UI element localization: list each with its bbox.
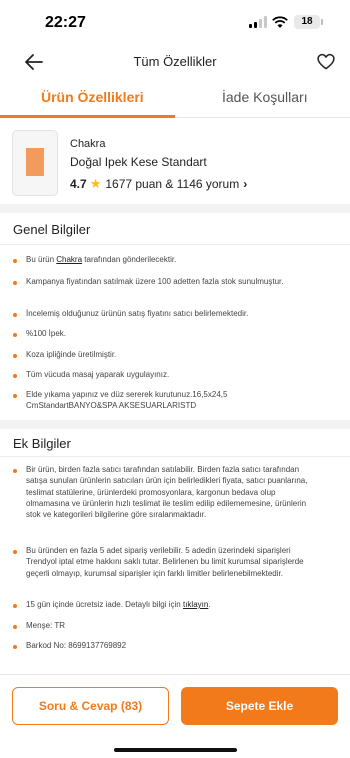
tab-bar: Ürün Özellikleri İade Koşulları <box>0 80 350 118</box>
rating-value: 4.7 <box>70 177 87 191</box>
rating-row[interactable]: 4.7 ★ 1677 puan & 1146 yorum › <box>70 176 247 192</box>
section-separator <box>0 456 350 457</box>
list-item: Bir ürün, birden fazla satıcı tarafından… <box>26 465 308 520</box>
list-item: Bu üründen en fazla 5 adet sipariş veril… <box>26 546 304 578</box>
bullet-dot-icon <box>13 281 17 285</box>
star-icon: ★ <box>89 176 102 191</box>
bullet-dot-icon <box>13 550 17 554</box>
return-info-link[interactable]: tıklayın <box>183 600 208 609</box>
bottom-action-bar: Soru & Cevap (83) Sepete Ekle <box>0 674 350 758</box>
list-item: Kampanya fiyatından satılmak üzere 100 a… <box>26 277 284 286</box>
seller-link[interactable]: Chakra <box>56 255 82 264</box>
page-title: Tüm Özellikler <box>133 54 217 69</box>
bullet-dot-icon <box>13 469 17 473</box>
product-name: Doğal Ipek Kese Standart <box>70 155 207 169</box>
list-item: Barkod No: 8699137769892 <box>26 641 127 650</box>
home-indicator[interactable] <box>114 748 237 752</box>
product-thumbnail <box>12 130 58 196</box>
list-item: Menşe: TR <box>26 621 65 630</box>
bullet-dot-icon <box>13 625 17 629</box>
wifi-icon <box>272 16 288 28</box>
bullet-dot-icon <box>13 604 17 608</box>
heart-icon[interactable] <box>316 52 336 72</box>
nav-bar: Tüm Özellikler <box>0 44 350 80</box>
section-divider <box>0 204 350 213</box>
product-summary[interactable]: Chakra Doğal Ipek Kese Standart 4.7 ★ 1677… <box>0 118 350 204</box>
section-divider <box>0 420 350 429</box>
general-info-title: Genel Bilgiler <box>13 222 91 237</box>
product-brand: Chakra <box>70 138 106 150</box>
bullet-dot-icon <box>13 374 17 378</box>
list-item: İncelemiş olduğunuz ürünün satış fiyatın… <box>26 309 249 318</box>
tab-product-features[interactable]: Ürün Özellikleri <box>41 89 144 105</box>
list-item: Elde yıkama yapınız ve düz sererek kurut… <box>26 390 228 411</box>
list-item: Koza ipliğinde üretilmiştir. <box>26 350 117 359</box>
list-item: %100 İpek. <box>26 329 67 338</box>
review-count: 1677 puan & 1146 yorum <box>105 177 240 191</box>
bullet-dot-icon <box>13 333 17 337</box>
battery-icon: 18 <box>294 15 323 29</box>
bullet-dot-icon <box>13 354 17 358</box>
questions-answers-button[interactable]: Soru & Cevap (83) <box>12 687 169 725</box>
bullet-dot-icon <box>13 394 17 398</box>
bullet-dot-icon <box>13 259 17 263</box>
tab-return-conditions[interactable]: İade Koşulları <box>222 89 308 105</box>
status-bar: 22:27 18 <box>0 0 350 44</box>
cellular-signal-icon <box>249 16 267 28</box>
section-separator <box>0 244 350 245</box>
bullet-dot-icon <box>13 313 17 317</box>
list-item: Bu ürün Chakra tarafından gönderilecekti… <box>26 255 177 264</box>
list-item: 15 gün içinde ücretsiz iade. Detaylı bil… <box>26 600 211 609</box>
list-item: Tüm vücuda masaj yaparak uygulayınız. <box>26 370 170 379</box>
add-to-cart-button[interactable]: Sepete Ekle <box>181 687 338 725</box>
bullet-dot-icon <box>13 645 17 649</box>
additional-info-title: Ek Bilgiler <box>13 436 71 451</box>
status-time: 22:27 <box>45 14 86 31</box>
chevron-right-icon[interactable]: › <box>243 177 247 191</box>
